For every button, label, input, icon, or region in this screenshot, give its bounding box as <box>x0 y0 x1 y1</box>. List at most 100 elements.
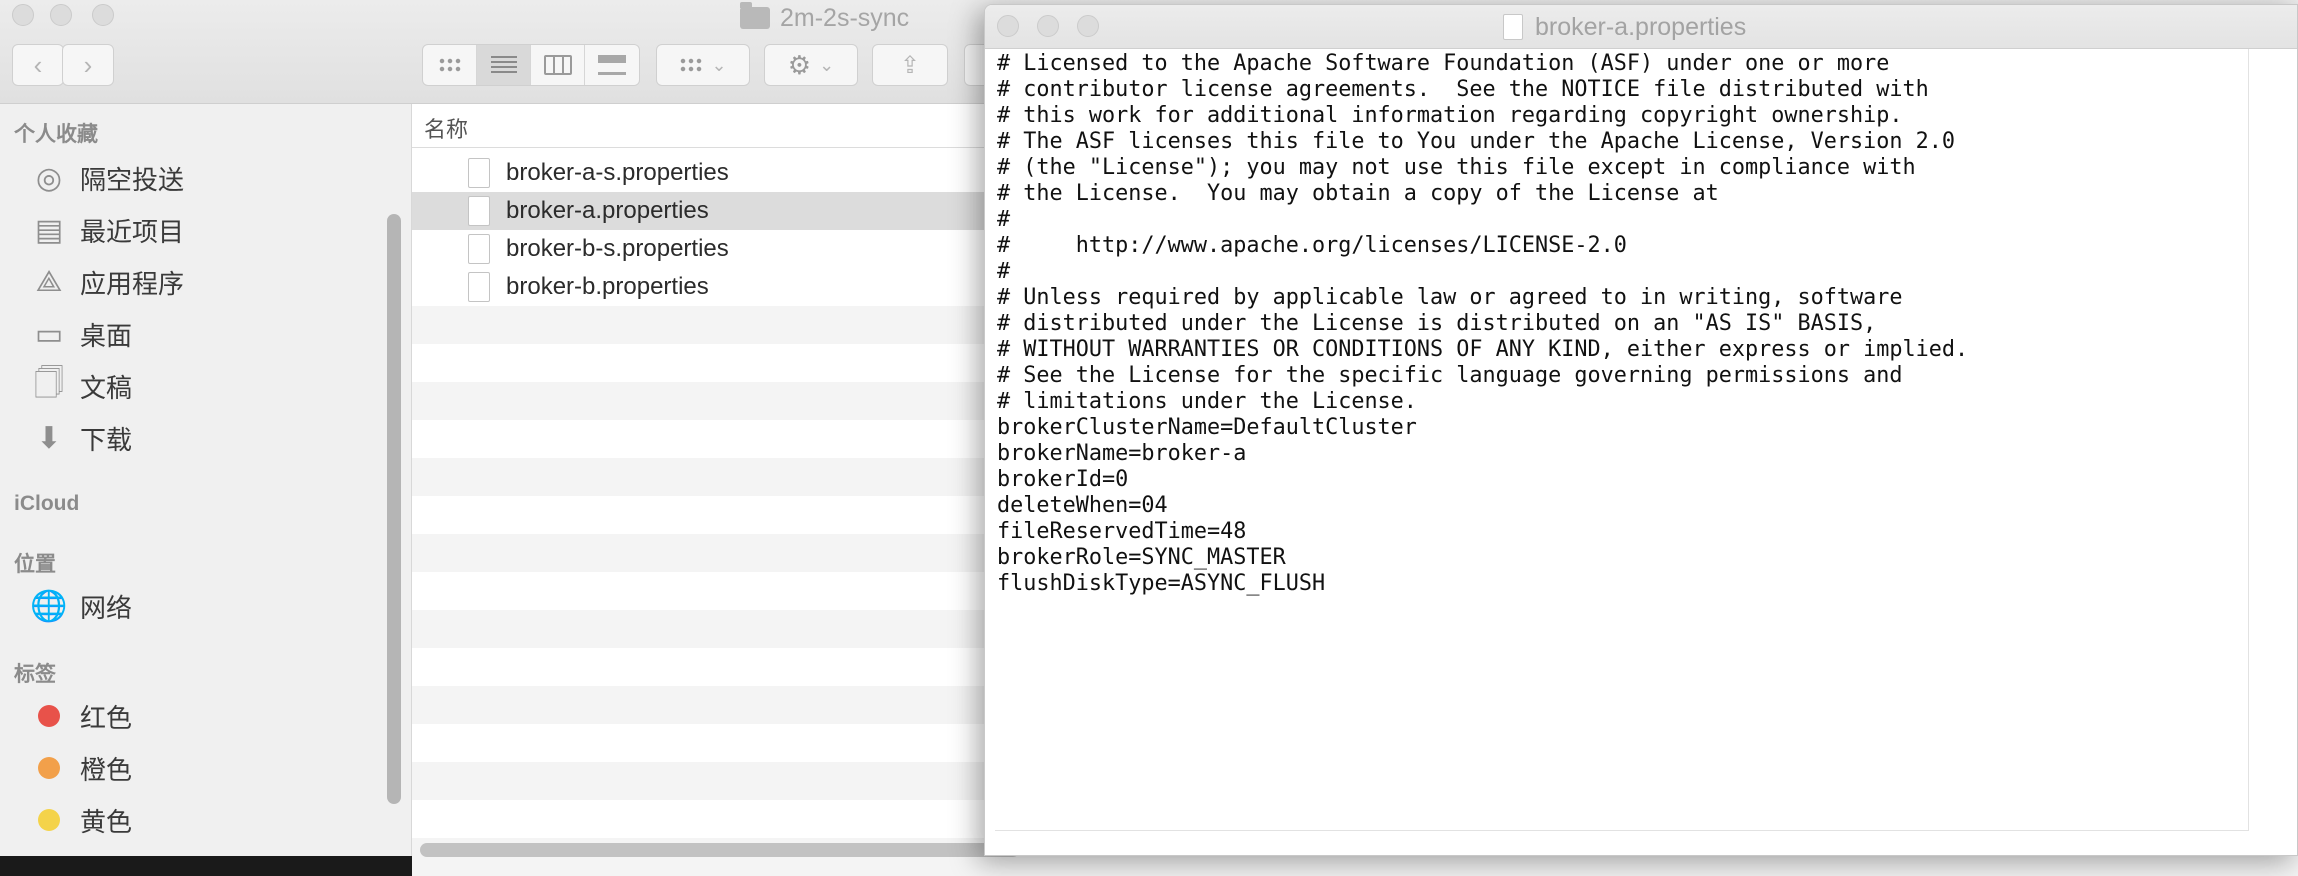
downloads-icon: ⬇ <box>36 421 62 455</box>
text-line: # contributor license agreements. See th… <box>997 77 1929 102</box>
yellow-tag-icon <box>38 809 60 831</box>
text-editor-area[interactable]: # Licensed to the Apache Software Founda… <box>995 49 2249 831</box>
sidebar-item-label: 应用程序 <box>80 268 185 299</box>
text-line: # Unless required by applicable law or a… <box>997 285 1903 310</box>
file-name: broker-a-s.properties <box>506 159 729 186</box>
document-icon <box>468 234 490 264</box>
gear-icon: ⚙ <box>787 49 812 80</box>
chevron-down-icon: ⌄ <box>819 54 835 75</box>
sidebar-item-tag-orange[interactable]: 橙色 <box>30 746 132 790</box>
file-name: broker-b.properties <box>506 273 709 300</box>
column-view-button[interactable] <box>531 45 585 85</box>
recents-icon: ▤ <box>34 213 64 247</box>
sidebar-item-tag-red[interactable]: 红色 <box>30 694 132 738</box>
finder-minimize-button[interactable] <box>50 4 72 26</box>
text-line: # <box>997 207 1011 232</box>
file-name: broker-a.properties <box>506 197 709 224</box>
text-line: # <box>997 259 1011 284</box>
text-line: # (the "License"); you may not use this … <box>997 155 1916 180</box>
finder-sidebar: 个人收藏 ◎ 隔空投送 ▤ 最近项目 ⟁ 应用程序 ▭ 桌面 🗍 文稿 ⬇ 下载… <box>0 104 412 856</box>
list-view-button[interactable] <box>477 45 531 85</box>
textedit-zoom-button[interactable] <box>1077 15 1099 37</box>
finder-title-text: 2m-2s-sync <box>780 3 910 32</box>
text-line: # distributed under the License is distr… <box>997 311 1877 336</box>
back-button[interactable]: ‹ <box>12 44 64 86</box>
gallery-icon <box>598 55 626 75</box>
share-icon: ⇪ <box>899 51 921 79</box>
sidebar-item-network[interactable]: 🌐 网络 <box>30 584 132 628</box>
sidebar-item-label: 最近项目 <box>80 216 185 247</box>
document-icon <box>468 196 490 226</box>
forward-button[interactable]: › <box>62 44 114 86</box>
text-line: brokerId=0 <box>997 467 1129 492</box>
finder-close-button[interactable] <box>12 4 34 26</box>
textedit-title-text: broker-a.properties <box>1535 12 1747 41</box>
columns-icon <box>543 55 572 75</box>
favorites-header: 个人收藏 <box>14 123 98 146</box>
sidebar-item-applications[interactable]: ⟁ 应用程序 <box>30 260 184 304</box>
locations-header: 位置 <box>14 553 56 576</box>
icloud-header: iCloud <box>14 492 80 515</box>
sidebar-item-label: 下载 <box>80 424 133 455</box>
text-line: deleteWhen=04 <box>997 493 1168 518</box>
text-line: flushDiskType=ASYNC_FLUSH <box>997 571 1326 596</box>
textedit-titlebar: broker-a.properties <box>985 5 2297 49</box>
text-line: # the License. You may obtain a copy of … <box>997 181 1719 206</box>
red-tag-icon <box>38 705 60 727</box>
document-icon <box>1503 14 1523 40</box>
share-button[interactable]: ⇪ <box>872 44 948 86</box>
chevron-down-icon: ⌄ <box>711 54 727 75</box>
text-line: brokerRole=SYNC_MASTER <box>997 545 1286 570</box>
text-line: # this work for additional information r… <box>997 103 1903 128</box>
tags-header: 标签 <box>14 663 56 686</box>
sidebar-item-label: 橙色 <box>80 754 133 785</box>
finder-zoom-button[interactable] <box>92 4 114 26</box>
sidebar-item-downloads[interactable]: ⬇ 下载 <box>30 416 132 460</box>
sidebar-item-recents[interactable]: ▤ 最近项目 <box>30 208 184 252</box>
finder-window-title: 2m-2s-sync <box>740 2 909 34</box>
action-menu-button[interactable]: ⚙ ⌄ <box>764 44 858 86</box>
text-line: # See the License for the specific langu… <box>997 363 1903 388</box>
sidebar-item-label: 黄色 <box>80 806 133 837</box>
sidebar-item-airdrop[interactable]: ◎ 隔空投送 <box>30 156 184 200</box>
file-list-horizontal-scrollbar[interactable] <box>420 843 1020 857</box>
sidebar-item-label: 隔空投送 <box>80 164 185 195</box>
sidebar-item-tag-yellow[interactable]: 黄色 <box>30 798 132 842</box>
document-icon <box>468 158 490 188</box>
folder-icon <box>740 2 770 29</box>
sidebar-item-desktop[interactable]: ▭ 桌面 <box>30 312 132 356</box>
text-line: # WITHOUT WARRANTIES OR CONDITIONS OF AN… <box>997 337 1969 362</box>
chevron-right-icon: › <box>83 49 93 80</box>
grid-icon <box>679 57 704 73</box>
textedit-window: broker-a.properties # Licensed to the Ap… <box>984 4 2298 856</box>
sidebar-item-documents[interactable]: 🗍 文稿 <box>30 364 132 408</box>
text-line: # limitations under the License. <box>997 389 1417 414</box>
grid-icon <box>437 57 462 73</box>
text-line: brokerClusterName=DefaultCluster <box>997 415 1417 440</box>
sidebar-item-label: 文稿 <box>80 372 133 403</box>
sidebar-scrollbar[interactable] <box>387 214 401 804</box>
textedit-minimize-button[interactable] <box>1037 15 1059 37</box>
documents-icon: 🗍 <box>34 366 64 400</box>
list-icon <box>490 56 517 74</box>
document-text: # Licensed to the Apache Software Founda… <box>997 51 1968 597</box>
gallery-view-button[interactable] <box>585 45 639 85</box>
view-mode-segmented-control <box>422 44 640 86</box>
text-line: # The ASF licenses this file to You unde… <box>997 129 1955 154</box>
sidebar-item-label: 网络 <box>80 592 133 623</box>
icon-view-button[interactable] <box>423 45 477 85</box>
applications-icon: ⟁ <box>35 265 63 298</box>
text-line: # http://www.apache.org/licenses/LICENSE… <box>997 233 1627 258</box>
sidebar-item-label: 红色 <box>80 702 133 733</box>
text-line: fileReservedTime=48 <box>997 519 1247 544</box>
network-icon: 🌐 <box>30 589 68 623</box>
sidebar-item-label: 桌面 <box>80 320 133 351</box>
textedit-window-title: broker-a.properties <box>1503 5 1746 49</box>
text-line: # Licensed to the Apache Software Founda… <box>997 51 1890 76</box>
airdrop-icon: ◎ <box>35 161 63 195</box>
document-icon <box>468 272 490 302</box>
group-by-button[interactable]: ⌄ <box>656 44 750 86</box>
column-header-name[interactable]: 名称 <box>424 112 468 144</box>
orange-tag-icon <box>38 757 60 779</box>
textedit-close-button[interactable] <box>997 15 1019 37</box>
